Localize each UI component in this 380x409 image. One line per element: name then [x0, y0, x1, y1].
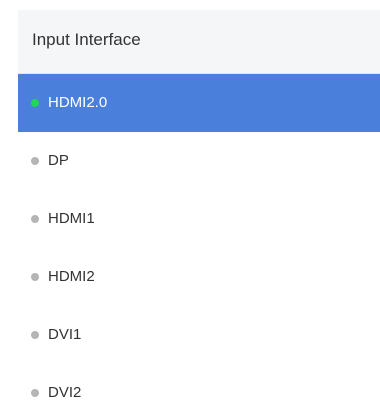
- input-list: HDMI2.0 DP HDMI1 HDMI2 DVI1 DVI2: [18, 74, 380, 409]
- status-dot-icon: [31, 389, 39, 397]
- status-dot-icon: [31, 157, 39, 165]
- status-dot-icon: [31, 215, 39, 223]
- input-item-hdmi1[interactable]: HDMI1: [18, 190, 380, 248]
- input-item-dvi2[interactable]: DVI2: [18, 364, 380, 409]
- input-item-label: HDMI1: [48, 210, 95, 227]
- input-item-label: DP: [48, 152, 69, 169]
- input-item-label: DVI2: [48, 384, 82, 401]
- input-item-dp[interactable]: DP: [18, 132, 380, 190]
- status-dot-icon: [31, 99, 39, 107]
- input-item-label: HDMI2.0: [48, 94, 108, 111]
- input-interface-panel: Input Interface HDMI2.0 DP HDMI1 HDMI2 D…: [0, 0, 380, 409]
- panel-header: Input Interface: [18, 10, 380, 74]
- status-dot-icon: [31, 331, 39, 339]
- panel-title: Input Interface: [32, 30, 141, 49]
- input-item-dvi1[interactable]: DVI1: [18, 306, 380, 364]
- status-dot-icon: [31, 273, 39, 281]
- input-item-hdmi2-0[interactable]: HDMI2.0: [18, 74, 380, 132]
- input-item-label: DVI1: [48, 326, 82, 343]
- input-item-label: HDMI2: [48, 268, 95, 285]
- input-item-hdmi2[interactable]: HDMI2: [18, 248, 380, 306]
